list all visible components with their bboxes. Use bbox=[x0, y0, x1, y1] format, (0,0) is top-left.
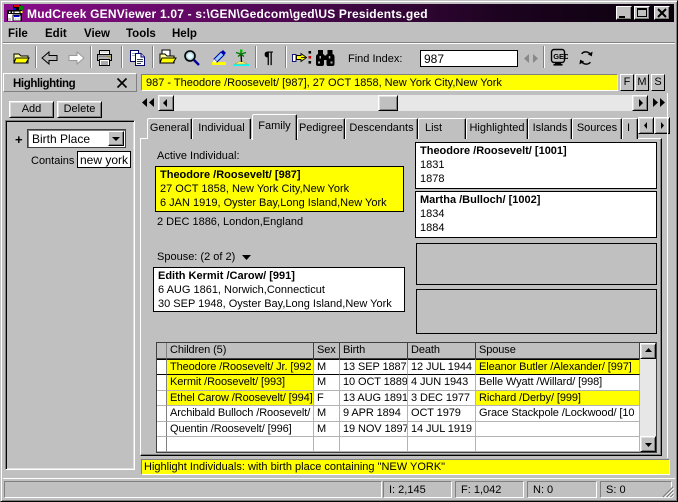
svg-text:¶: ¶ bbox=[264, 48, 273, 66]
svg-text:GED: GED bbox=[553, 52, 568, 61]
